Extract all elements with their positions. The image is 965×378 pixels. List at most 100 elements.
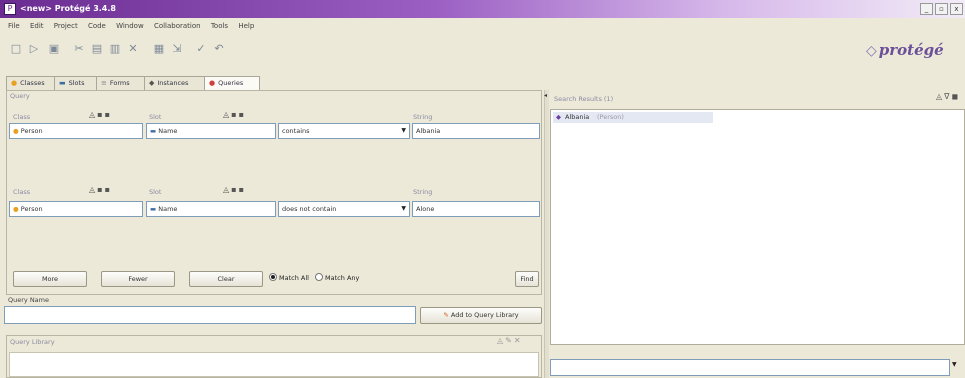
dropdown-arrow-icon: ▼ (401, 127, 406, 134)
radio-selected-icon (269, 273, 277, 281)
slot-label: Slot (149, 188, 162, 196)
menu-file[interactable]: File (8, 19, 20, 33)
string-field[interactable]: Albania (412, 123, 540, 139)
string-field[interactable]: Alone (412, 201, 540, 217)
class-field[interactable]: ● Person (9, 201, 143, 217)
slot-field[interactable]: ▬ Name (146, 201, 276, 217)
logo-mark-icon: ◇ (866, 43, 877, 59)
operator-select[interactable]: does not contain ▼ (278, 201, 410, 217)
instance-icon: ◆ (556, 113, 561, 121)
operator-select[interactable]: contains ▼ (278, 123, 410, 139)
close-button[interactable]: x (950, 3, 963, 15)
menu-project[interactable]: Project (54, 19, 78, 33)
logo-text: protégé (878, 41, 944, 59)
minimize-button[interactable]: _ (920, 3, 933, 15)
match-all-radio[interactable]: Match All (269, 273, 309, 282)
menu-window[interactable]: Window (116, 19, 144, 33)
window-title: <new> Protégé 3.4.8 (20, 4, 116, 13)
maximize-button[interactable]: ▫ (935, 3, 948, 15)
clear-button[interactable]: Clear (189, 271, 263, 287)
class-icon: ● (11, 79, 18, 87)
class-field[interactable]: ● Person (9, 123, 143, 139)
match-options: Match All Match Any (269, 273, 359, 282)
operator-value: does not contain (282, 205, 337, 213)
class-actions-icon[interactable]: ◬▪▪ (89, 110, 112, 119)
add-to-query-library-button[interactable]: ✎ Add to Query Library (420, 307, 542, 324)
query-library-list[interactable] (9, 352, 539, 377)
menu-collaboration[interactable]: Collaboration (154, 19, 201, 33)
dropdown-arrow-icon: ▼ (401, 205, 406, 212)
export-icon[interactable]: ⇲ (170, 42, 184, 56)
slot-value: Name (158, 205, 178, 213)
slot-icon: ▬ (59, 79, 66, 87)
radio-icon (315, 273, 324, 281)
check-icon[interactable]: ✓ (194, 42, 208, 56)
delete-icon[interactable]: ✕ (126, 42, 140, 56)
query-library-header: Query Library (10, 338, 55, 346)
query-library-panel: Query Library ◬✎✕ (6, 335, 542, 378)
split-divider[interactable] (544, 90, 549, 378)
menu-tools[interactable]: Tools (211, 19, 228, 33)
query-header: Query (10, 92, 30, 100)
new-file-icon[interactable]: □ (9, 42, 23, 56)
slot-actions-icon[interactable]: ◬▪▪ (223, 185, 246, 194)
tab-instances[interactable]: ◆ Instances (144, 76, 208, 91)
string-value: Albania (416, 127, 441, 135)
dropdown-arrow-icon[interactable]: ▼ (952, 361, 957, 368)
list-item[interactable]: ◆ Albania (Person) (553, 112, 713, 123)
paste-icon[interactable]: ▥ (108, 42, 122, 56)
title-bar: P <new> Protégé 3.4.8 _ ▫ x (0, 0, 965, 18)
slot-value: Name (158, 127, 178, 135)
copy-icon[interactable]: ▤ (90, 42, 104, 56)
protege-logo: ◇ protégé (866, 39, 944, 61)
result-type: (Person) (597, 113, 624, 121)
undo-icon[interactable]: ↶ (212, 42, 226, 56)
slot-field[interactable]: ▬ Name (146, 123, 276, 139)
find-button[interactable]: Find (515, 271, 539, 287)
slot-label: Slot (149, 113, 162, 121)
menu-help[interactable]: Help (238, 19, 254, 33)
class-label: Class (13, 188, 31, 196)
find-icon[interactable]: ▦ (152, 42, 166, 56)
class-label: Class (13, 113, 31, 121)
query-icon: ● (209, 79, 216, 87)
string-label: String (413, 188, 433, 196)
instance-icon: ◆ (149, 79, 155, 87)
tab-forms[interactable]: ≡ Forms (96, 76, 148, 91)
query-name-input[interactable] (4, 306, 416, 324)
match-any-radio[interactable]: Match Any (315, 273, 359, 282)
class-icon: ● (13, 127, 19, 135)
result-label: Albania (565, 113, 590, 121)
search-results-list[interactable]: ◆ Albania (Person) (550, 109, 965, 345)
tab-slots[interactable]: ▬ Slots (54, 76, 100, 91)
app-icon: P (4, 3, 16, 15)
open-icon[interactable]: ▷ (27, 42, 41, 56)
class-actions-icon[interactable]: ◬▪▪ (89, 185, 112, 194)
menu-bar: File Edit Project Code Window Collaborat… (0, 19, 965, 33)
results-filter-input[interactable] (550, 359, 950, 376)
query-name-label: Query Name (8, 296, 49, 304)
results-actions-icon[interactable]: ◬∇◼ (936, 92, 960, 101)
menu-code[interactable]: Code (88, 19, 106, 33)
string-label: String (413, 113, 433, 121)
cut-icon[interactable]: ✂ (72, 42, 86, 56)
add-query-icon: ✎ (443, 311, 449, 319)
library-actions-icon[interactable]: ◬✎✕ (497, 336, 523, 345)
slot-icon: ▬ (150, 205, 157, 213)
search-results-panel: Search Results (1) ◬∇◼ ◆ Albania (Person… (550, 90, 965, 378)
tab-classes[interactable]: ● Classes (6, 76, 58, 91)
fewer-button[interactable]: Fewer (101, 271, 175, 287)
operator-value: contains (282, 127, 310, 135)
slot-actions-icon[interactable]: ◬▪▪ (223, 110, 246, 119)
toolbar: □ ▷ ▣ ✂ ▤ ▥ ✕ ▦ ⇲ ✓ ↶ ◇ protégé (0, 33, 965, 67)
class-icon: ● (13, 205, 19, 213)
slot-icon: ▬ (150, 127, 157, 135)
form-icon: ≡ (101, 79, 107, 87)
more-button[interactable]: More (13, 271, 87, 287)
string-value: Alone (416, 205, 435, 213)
menu-edit[interactable]: Edit (30, 19, 44, 33)
collapse-arrow-icon[interactable]: ◂ (544, 92, 547, 99)
class-value: Person (20, 205, 43, 213)
save-icon[interactable]: ▣ (47, 42, 61, 56)
class-value: Person (20, 127, 43, 135)
